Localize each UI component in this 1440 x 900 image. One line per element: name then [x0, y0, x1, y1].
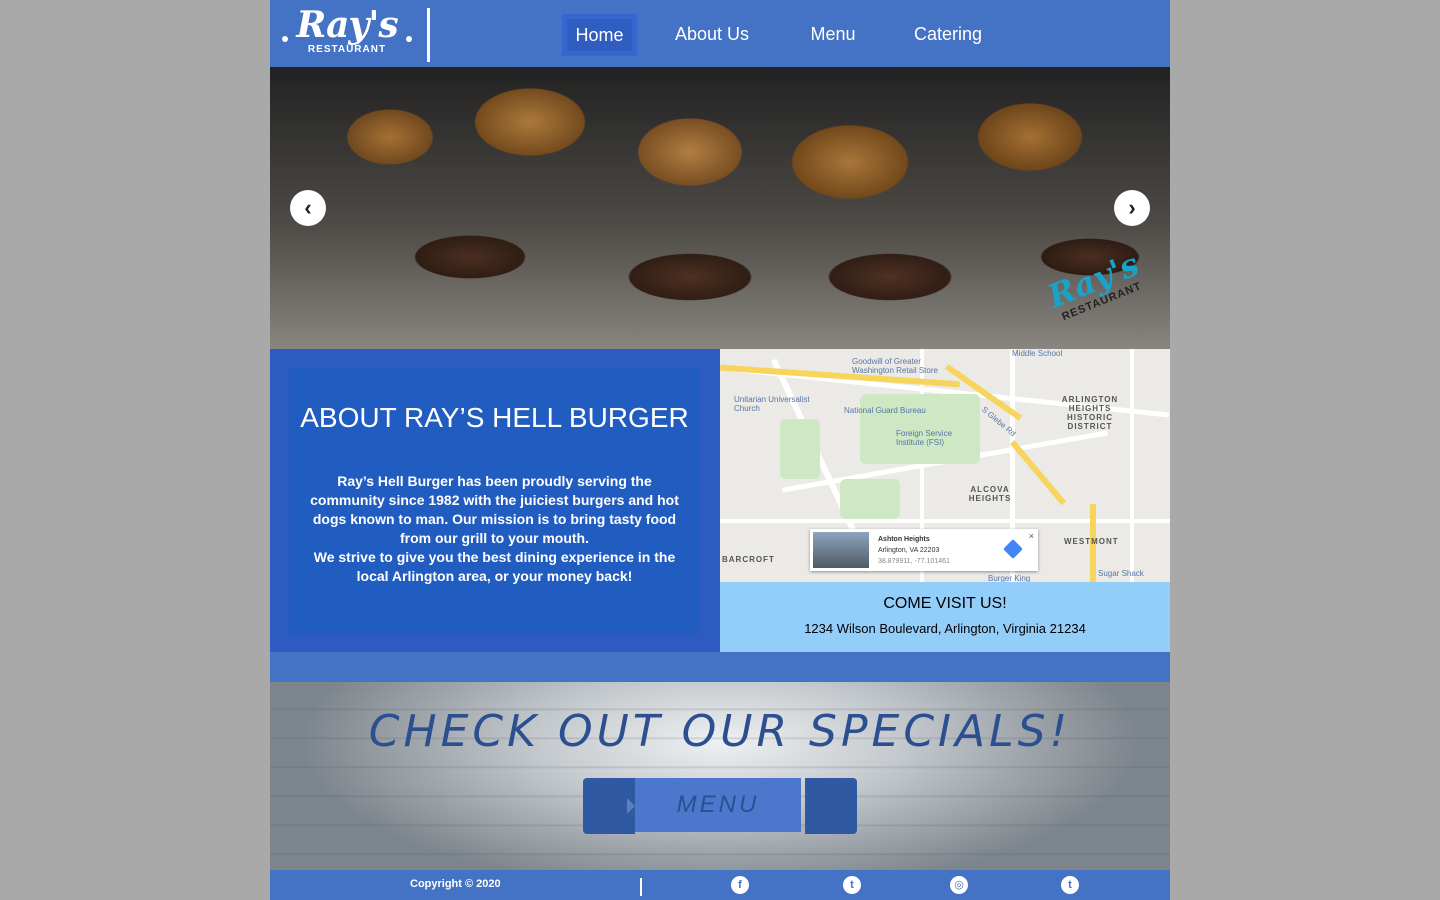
chevron-right-icon: › — [1128, 195, 1136, 220]
about-text: Ray’s Hell Burger has been proudly servi… — [310, 472, 680, 586]
nav-home[interactable]: Home — [562, 14, 637, 56]
map-info-popup: Ashton Heights Arlington, VA 22203 38.87… — [810, 529, 1038, 571]
map-place-address: Arlington, VA 22203 — [878, 547, 940, 554]
about-paragraph: Ray’s Hell Burger has been proudly servi… — [310, 473, 679, 546]
visit-title: COME VISIT US! — [883, 595, 1007, 612]
map-label: Goodwill of Greater Washington Retail St… — [852, 357, 938, 375]
map-label: Foreign Service Institute (FSI) — [896, 429, 953, 447]
tumblr-icon[interactable]: t — [1061, 876, 1079, 894]
map-park — [780, 419, 820, 479]
map-place-name: Ashton Heights — [878, 536, 930, 543]
about-title: ABOUT RAY’S HELL BURGER — [300, 402, 689, 433]
logo-dot — [282, 36, 288, 42]
logo-script: Ray's — [296, 4, 398, 46]
map-place-coords: 38.879911, -77.101461 — [878, 558, 950, 565]
map-label: Unitarian Universalist Church — [734, 395, 810, 413]
map-label: WESTMONT — [1064, 537, 1119, 546]
ribbon-notch — [627, 798, 635, 814]
nav-catering[interactable]: Catering — [902, 14, 994, 56]
map-road — [1130, 349, 1134, 582]
map-place-thumbnail — [813, 532, 869, 568]
hero-logo-watermark: Ray's RESTAURANT — [1031, 242, 1168, 349]
logo-dot — [406, 36, 412, 42]
visit-panel: COME VISIT US! 1234 Wilson Boulevard, Ar… — [720, 582, 1170, 652]
specials-banner: CHECK OUT OUR SPECIALS! MENU — [270, 682, 1170, 870]
footer-divider — [640, 878, 642, 896]
map-label: ALCOVA HEIGHTS — [968, 485, 1012, 503]
header: Ray's RESTAURANT Home About Us Menu Cate… — [270, 0, 1170, 67]
facebook-icon[interactable]: f — [731, 876, 749, 894]
carousel-next-button[interactable]: › — [1114, 190, 1150, 226]
header-divider — [427, 8, 430, 62]
map-label: Sugar Shack — [1098, 569, 1144, 578]
nav-menu[interactable]: Menu — [800, 14, 866, 56]
nav-about-us[interactable]: About Us — [662, 14, 762, 56]
map-park — [840, 479, 900, 519]
about-paragraph: We strive to give you the best dining ex… — [313, 549, 676, 584]
map-label: BARCROFT — [722, 555, 775, 564]
menu-button-label: MENU — [635, 778, 801, 832]
copyright-text: Copyright © 2020 — [410, 878, 501, 890]
specials-title: CHECK OUT OUR SPECIALS! — [368, 706, 1072, 757]
ribbon-end-right — [805, 778, 857, 834]
visit-address: 1234 Wilson Boulevard, Arlington, Virgin… — [804, 621, 1086, 636]
instagram-icon[interactable]: ◎ — [950, 876, 968, 894]
page: Ray's RESTAURANT Home About Us Menu Cate… — [270, 0, 1170, 900]
map-label: Middle School — [1012, 349, 1063, 358]
logo[interactable]: Ray's RESTAURANT — [282, 6, 412, 62]
chevron-left-icon: ‹ — [304, 195, 312, 220]
location-map[interactable]: Goodwill of Greater Washington Retail St… — [720, 349, 1170, 582]
map-label: National Guard Bureau — [844, 406, 926, 415]
carousel-prev-button[interactable]: ‹ — [290, 190, 326, 226]
map-label: Burger King — [988, 574, 1031, 582]
twitter-icon[interactable]: t — [843, 876, 861, 894]
map-road — [720, 519, 1170, 523]
map-label: ARLINGTON HEIGHTS HISTORIC DISTRICT — [1061, 395, 1119, 431]
about-card: ABOUT RAY’S HELL BURGER Ray’s Hell Burge… — [289, 368, 700, 634]
directions-icon[interactable] — [1003, 539, 1023, 559]
hero-carousel: ‹ › Ray's RESTAURANT — [270, 67, 1170, 349]
footer: Copyright © 2020 f t ◎ t — [270, 870, 1170, 900]
close-icon[interactable]: × — [1029, 531, 1034, 541]
menu-button[interactable]: MENU — [583, 778, 857, 836]
